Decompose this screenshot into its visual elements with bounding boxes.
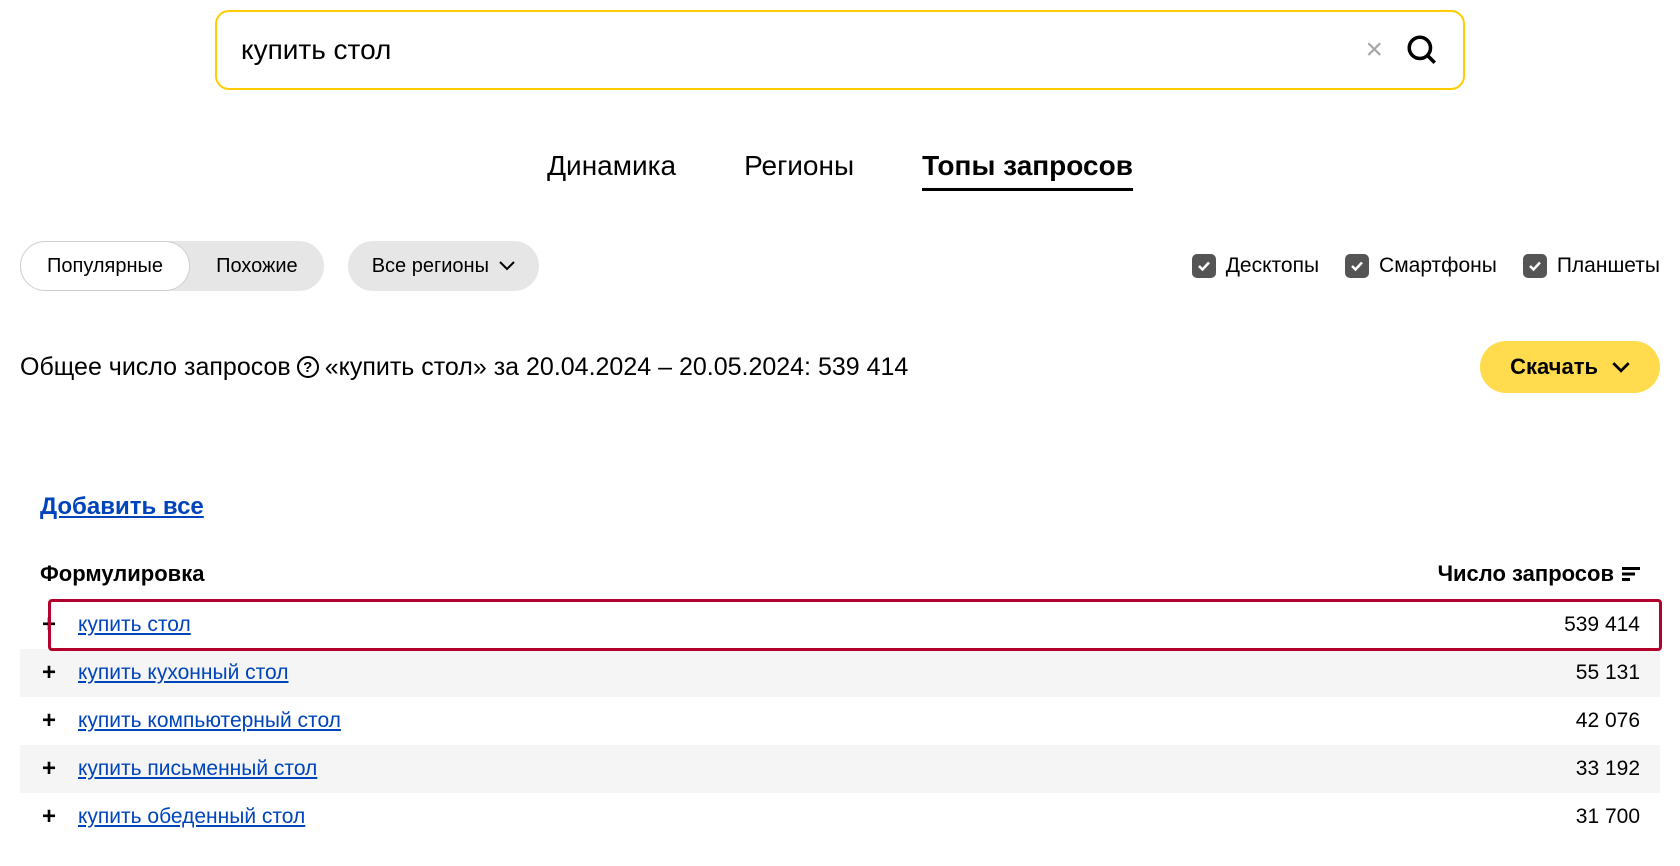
highlight-annotation bbox=[48, 599, 1662, 651]
row-count: 539 414 bbox=[1564, 613, 1640, 637]
results-table: Формулировка Число запросов + купить стол… bbox=[20, 551, 1660, 841]
row-left: + купить письменный стол bbox=[40, 755, 317, 783]
sort-icon bbox=[1622, 561, 1640, 587]
row-count: 31 700 bbox=[1576, 805, 1640, 829]
segment-popular[interactable]: Популярные bbox=[20, 241, 190, 291]
region-filter[interactable]: Все регионы bbox=[348, 241, 539, 291]
row-phrase-link[interactable]: купить обеденный стол bbox=[78, 805, 305, 829]
search-box: × bbox=[215, 10, 1465, 90]
device-filters: Десктопы Смартфоны Планшеты bbox=[1192, 254, 1660, 278]
tabs: Динамика Регионы Топы запросов bbox=[20, 150, 1660, 191]
add-row-button[interactable]: + bbox=[40, 755, 58, 783]
check-icon bbox=[1345, 254, 1369, 278]
table-row: + купить письменный стол 33 192 bbox=[20, 745, 1660, 793]
add-row-button[interactable]: + bbox=[40, 659, 58, 687]
chevron-down-icon bbox=[1612, 362, 1630, 373]
row-left: + купить кухонный стол bbox=[40, 659, 289, 687]
summary-suffix: «купить стол» за 20.04.2024 – 20.05.2024… bbox=[325, 353, 909, 382]
table-header: Формулировка Число запросов bbox=[20, 551, 1660, 601]
help-icon[interactable]: ? bbox=[297, 356, 319, 378]
check-icon bbox=[1523, 254, 1547, 278]
row-left: + купить стол bbox=[40, 611, 191, 639]
segment-similar[interactable]: Похожие bbox=[190, 241, 324, 291]
checkbox-label: Десктопы bbox=[1226, 254, 1319, 278]
search-section: × bbox=[215, 10, 1465, 90]
row-count: 55 131 bbox=[1576, 661, 1640, 685]
tab-dynamics[interactable]: Динамика bbox=[547, 150, 676, 191]
search-input[interactable] bbox=[241, 34, 1351, 66]
row-left: + купить обеденный стол bbox=[40, 803, 305, 831]
add-row-button[interactable]: + bbox=[40, 611, 58, 639]
table-row: + купить обеденный стол 31 700 bbox=[20, 793, 1660, 841]
table-row: + купить стол 539 414 bbox=[20, 601, 1660, 649]
summary-prefix: Общее число запросов bbox=[20, 353, 291, 382]
checkbox-tablets[interactable]: Планшеты bbox=[1523, 254, 1660, 278]
tab-regions[interactable]: Регионы bbox=[744, 150, 854, 191]
add-all-link[interactable]: Добавить все bbox=[40, 493, 204, 520]
row-phrase-link[interactable]: купить кухонный стол bbox=[78, 661, 289, 685]
table-row: + купить компьютерный стол 42 076 bbox=[20, 697, 1660, 745]
chevron-down-icon bbox=[499, 261, 515, 271]
column-count[interactable]: Число запросов bbox=[1438, 561, 1640, 587]
search-icon[interactable] bbox=[1397, 33, 1439, 67]
checkbox-desktops[interactable]: Десктопы bbox=[1192, 254, 1319, 278]
column-count-label: Число запросов bbox=[1438, 561, 1614, 587]
clear-icon[interactable]: × bbox=[1351, 35, 1397, 65]
download-label: Скачать bbox=[1510, 354, 1598, 380]
checkbox-label: Смартфоны bbox=[1379, 254, 1497, 278]
column-phrase: Формулировка bbox=[40, 561, 204, 587]
row-count: 33 192 bbox=[1576, 757, 1640, 781]
row-phrase-link[interactable]: купить компьютерный стол bbox=[78, 709, 341, 733]
add-row-button[interactable]: + bbox=[40, 707, 58, 735]
region-filter-label: Все регионы bbox=[372, 255, 489, 278]
row-left: + купить компьютерный стол bbox=[40, 707, 341, 735]
download-button[interactable]: Скачать bbox=[1480, 341, 1660, 393]
add-all-section: Добавить все bbox=[20, 493, 1660, 521]
row-phrase-link[interactable]: купить стол bbox=[78, 613, 191, 637]
summary-text: Общее число запросов ? «купить стол» за … bbox=[20, 353, 908, 382]
table-row: + купить кухонный стол 55 131 bbox=[20, 649, 1660, 697]
checkbox-smartphones[interactable]: Смартфоны bbox=[1345, 254, 1497, 278]
left-controls: Популярные Похожие Все регионы bbox=[20, 241, 539, 291]
summary-row: Общее число запросов ? «купить стол» за … bbox=[20, 341, 1660, 393]
row-phrase-link[interactable]: купить письменный стол bbox=[78, 757, 317, 781]
row-count: 42 076 bbox=[1576, 709, 1640, 733]
add-row-button[interactable]: + bbox=[40, 803, 58, 831]
segmented-control: Популярные Похожие bbox=[20, 241, 324, 291]
checkbox-label: Планшеты bbox=[1557, 254, 1660, 278]
check-icon bbox=[1192, 254, 1216, 278]
tab-tops[interactable]: Топы запросов bbox=[922, 150, 1133, 191]
controls-row: Популярные Похожие Все регионы Десктопы … bbox=[20, 241, 1660, 291]
